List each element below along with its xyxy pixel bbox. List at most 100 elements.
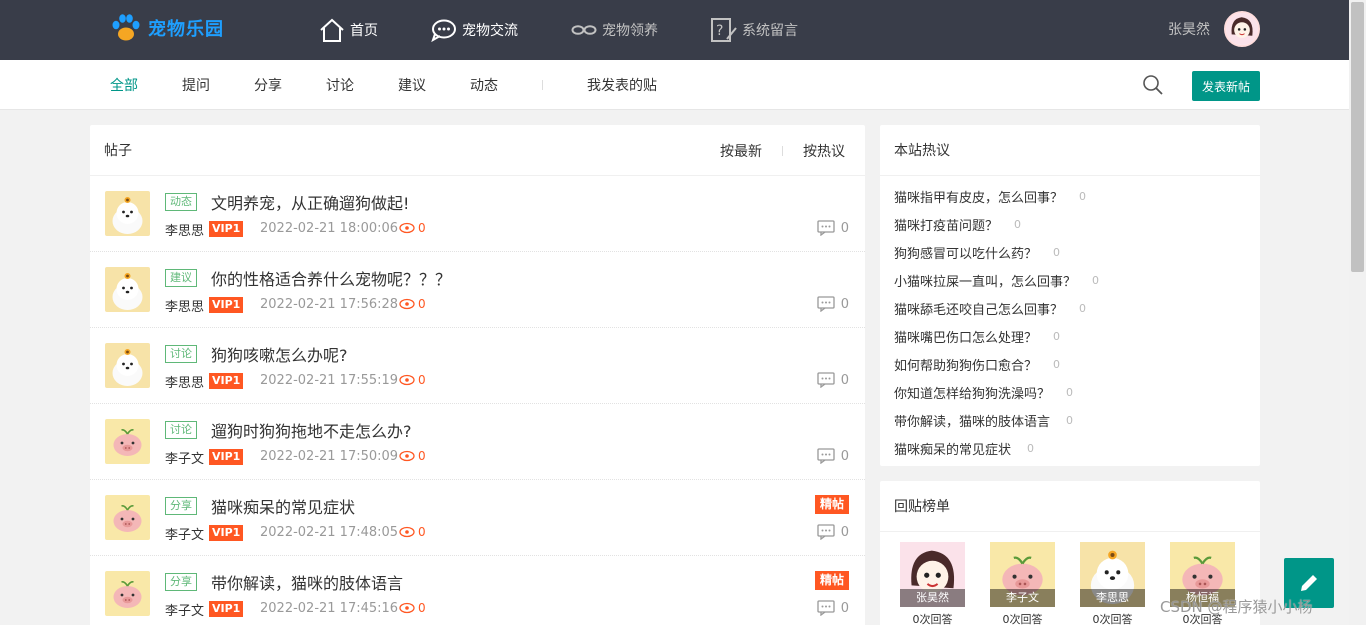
user-avatar[interactable] [1224,11,1260,47]
sort-hot[interactable]: 按热议 [803,141,845,161]
post-item[interactable]: 动态 文明养宠，从正确遛狗做起! 李思思 VIP1 2022-02-21 18:00:0… [90,176,865,252]
tab-all[interactable]: 全部 [110,75,138,95]
post-list-header: 帖子 按最新 按热议 [90,125,865,176]
post-author[interactable]: 李思思 [165,220,204,239]
ranking-avatar[interactable]: 李子文 [990,542,1055,607]
post-item[interactable]: 讨论 狗狗咳嗽怎么办呢? 李思思 VIP1 2022-02-21 17:55:19 0 0 [90,328,865,404]
tab-news[interactable]: 动态 [470,75,498,95]
reply-count: 0 [840,448,849,464]
comment-icon [817,524,835,540]
post-category-tag: 分享 [165,573,197,591]
svg-text:?: ? [716,23,723,39]
author-avatar[interactable] [105,571,150,616]
hot-topic-item[interactable]: 你知道怎样给狗狗洗澡吗？ 0 [894,378,1246,406]
search-icon[interactable] [1142,74,1164,96]
hot-topic-item[interactable]: 如何帮助狗狗伤口愈合？ 0 [894,350,1246,378]
reply-count: 0 [840,372,849,388]
hot-topic-title[interactable]: 猫咪嘴巴伤口怎么处理？ [894,327,1037,346]
vip-badge: VIP1 [209,221,244,237]
hot-topic-title[interactable]: 狗狗感冒可以吃什么药？ [894,243,1037,262]
ranking-user[interactable]: 张昊然 0次回答 [900,542,965,625]
post-author[interactable]: 李子文 [165,448,204,467]
hot-topic-item[interactable]: 猫咪舔毛还咬自己怎么回事？ 0 [894,294,1246,322]
author-avatar[interactable] [105,419,150,464]
user-menu[interactable]: 张昊然 [1168,11,1260,47]
hot-topic-title[interactable]: 猫咪舔毛还咬自己怎么回事？ [894,299,1063,318]
hot-topic-title[interactable]: 猫咪指甲有皮皮，怎么回事？ [894,187,1063,206]
post-author[interactable]: 李子文 [165,524,204,543]
post-replies: 0 [817,220,849,236]
hot-topic-item[interactable]: 猫咪嘴巴伤口怎么处理？ 0 [894,322,1246,350]
sort-latest[interactable]: 按最新 [720,141,762,161]
ranking-avatar[interactable]: 李思思 [1080,542,1145,607]
nav-label: 系统留言 [742,23,798,39]
hot-topic-title[interactable]: 你知道怎样给狗狗洗澡吗？ [894,383,1050,402]
ranking-user[interactable]: 李思思 0次回答 [1080,542,1145,625]
tab-discussion[interactable]: 讨论 [326,75,354,95]
post-author[interactable]: 李子文 [165,600,204,619]
scrollbar-thumb[interactable] [1351,2,1364,272]
ranking-avatar[interactable]: 张昊然 [900,542,965,607]
post-title[interactable]: 猫咪痴呆的常见症状 [211,494,355,518]
post-views: 0 [399,373,426,387]
hot-topic-title[interactable]: 带你解读，猫咪的肢体语言 [894,411,1050,430]
post-author[interactable]: 李思思 [165,372,204,391]
hot-topic-title[interactable]: 猫咪打疫苗问题？ [894,215,998,234]
post-title[interactable]: 你的性格适合养什么宠物呢？？？ [211,266,451,290]
author-avatar[interactable] [105,267,150,312]
post-title[interactable]: 带你解读，猫咪的肢体语言 [211,570,403,594]
hot-topic-item[interactable]: 带你解读，猫咪的肢体语言 0 [894,406,1246,434]
logo[interactable]: 宠物乐园 [110,12,224,44]
tab-my-posts[interactable]: 我发表的贴 [587,75,657,95]
hot-topic-title[interactable]: 小猫咪拉屎一直叫，怎么回事？ [894,271,1076,290]
post-item[interactable]: 分享 猫咪痴呆的常见症状 李子文 VIP1 2022-02-21 17:48:05 0 0 精… [90,480,865,556]
post-title[interactable]: 遛狗时狗狗拖地不走怎么办? [211,418,412,442]
hot-topic-item[interactable]: 猫咪痴呆的常见症状 0 [894,434,1246,462]
post-item[interactable]: 讨论 遛狗时狗狗拖地不走怎么办? 李子文 VIP1 2022-02-21 17:50:0… [90,404,865,480]
post-category-tag: 动态 [165,193,197,211]
nav-home[interactable]: 首页 [318,0,378,60]
ranking-username: 李子文 [990,589,1055,607]
hot-topic-item[interactable]: 狗狗感冒可以吃什么药？ 0 [894,238,1246,266]
post-item[interactable]: 分享 带你解读，猫咪的肢体语言 李子文 VIP1 2022-02-21 17:45:16… [90,556,865,625]
new-post-button[interactable]: 发表新帖 [1192,71,1260,101]
tab-question[interactable]: 提问 [182,75,210,95]
post-title[interactable]: 狗狗咳嗽怎么办呢? [211,342,348,366]
post-title[interactable]: 文明养宠，从正确遛狗做起! [211,190,409,214]
vip-badge: VIP1 [209,297,244,313]
ranking-user[interactable]: 李子文 0次回答 [990,542,1055,625]
tab-share[interactable]: 分享 [254,75,282,95]
ranking-reply-count: 0次回答 [1002,613,1043,625]
view-count: 0 [418,373,426,387]
hot-topics-list: 猫咪指甲有皮皮，怎么回事？ 0 猫咪打疫苗问题？ 0 狗狗感冒可以吃什么药？ 0 小猫咪拉屎… [880,176,1260,468]
ranking-reply-count: 0次回答 [1092,613,1133,625]
nav-pet-adoption[interactable]: 宠物领养 [570,0,658,60]
nav-label: 宠物交流 [462,23,518,39]
hot-topics-panel: 本站热议 猫咪指甲有皮皮，怎么回事？ 0 猫咪打疫苗问题？ 0 狗狗感冒可以吃什么药？ 0… [880,125,1260,466]
hot-topic-item[interactable]: 猫咪指甲有皮皮，怎么回事？ 0 [894,182,1246,210]
post-item[interactable]: 建议 你的性格适合养什么宠物呢？？？ 李思思 VIP1 2022-02-21 17:56… [90,252,865,328]
comment-icon [817,372,835,388]
author-avatar[interactable] [105,343,150,388]
author-avatar[interactable] [105,191,150,236]
eye-icon [399,222,415,234]
hot-topic-title[interactable]: 猫咪痴呆的常见症状 [894,439,1011,458]
post-replies: 0 [817,296,849,312]
view-count: 0 [418,449,426,463]
vip-badge: VIP1 [209,449,244,465]
hot-topic-item[interactable]: 猫咪打疫苗问题？ 0 [894,210,1246,238]
post-category-tag: 讨论 [165,421,197,439]
message-icon: ? [711,18,737,42]
post-views: 0 [399,525,426,539]
nav-system-message[interactable]: ? 系统留言 [710,0,798,60]
link-icon [571,25,597,35]
tab-suggestion[interactable]: 建议 [398,75,426,95]
nav-pet-exchange[interactable]: 宠物交流 [430,0,518,60]
hot-topic-count: 0 [1027,441,1035,455]
post-author[interactable]: 李思思 [165,296,204,315]
comment-icon [817,296,835,312]
post-category-tag: 讨论 [165,345,197,363]
hot-topic-item[interactable]: 小猫咪拉屎一直叫，怎么回事？ 0 [894,266,1246,294]
hot-topic-title[interactable]: 如何帮助狗狗伤口愈合？ [894,355,1037,374]
author-avatar[interactable] [105,495,150,540]
